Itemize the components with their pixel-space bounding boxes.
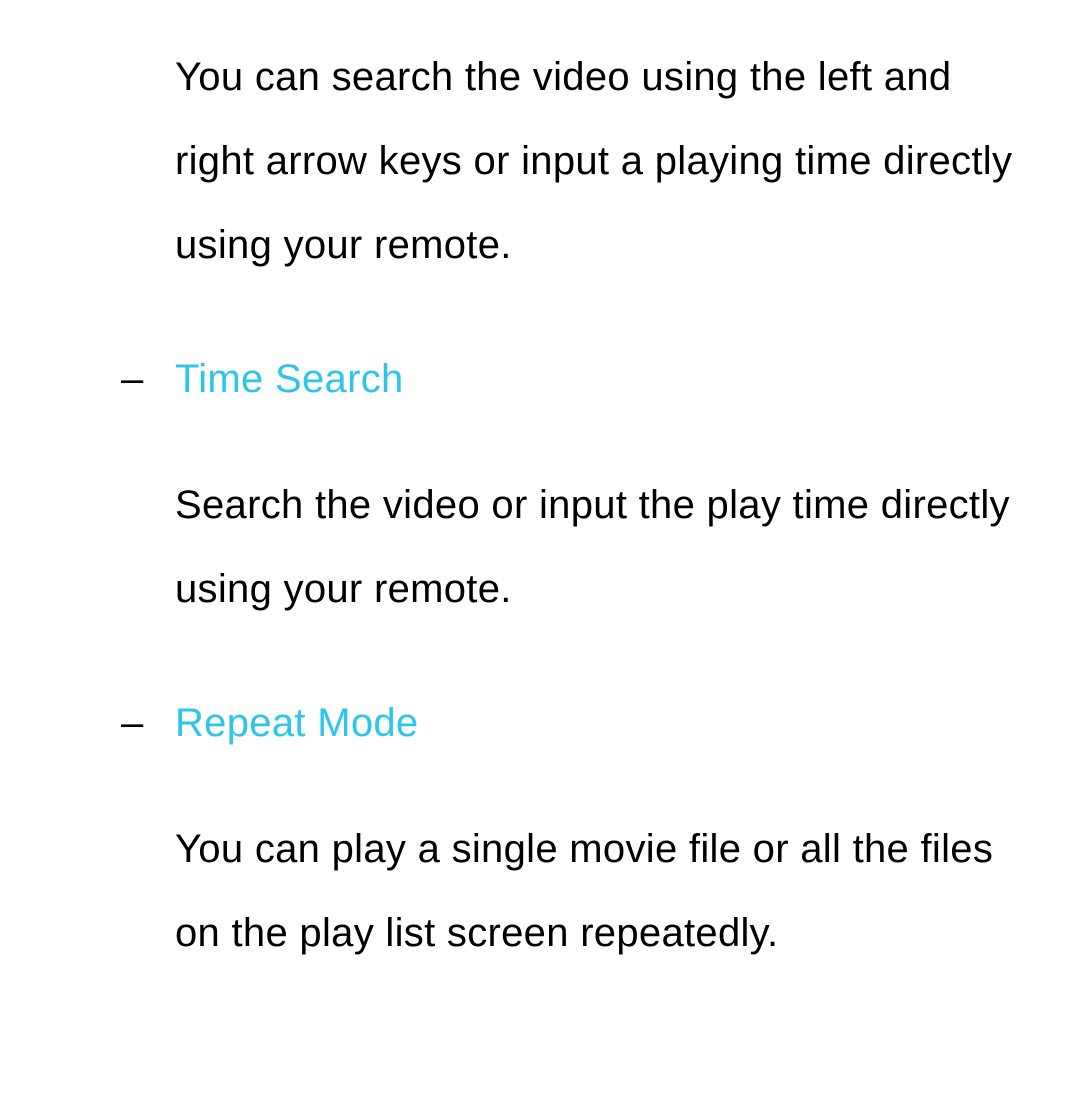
item-title-repeat-mode: Repeat Mode <box>175 681 1020 765</box>
document-content: You can search the video using the left … <box>0 0 1080 975</box>
bullet-dash: – <box>121 337 144 421</box>
item-title-time-search: Time Search <box>175 337 1020 421</box>
item-body: You can play a single movie file or all … <box>175 807 1020 975</box>
list-item: – Repeat Mode You can play a single movi… <box>175 681 1020 975</box>
intro-paragraph: You can search the video using the left … <box>175 35 1020 287</box>
bullet-dash: – <box>121 681 144 765</box>
item-body: Search the video or input the play time … <box>175 463 1020 631</box>
list-item: – Time Search Search the video or input … <box>175 337 1020 631</box>
